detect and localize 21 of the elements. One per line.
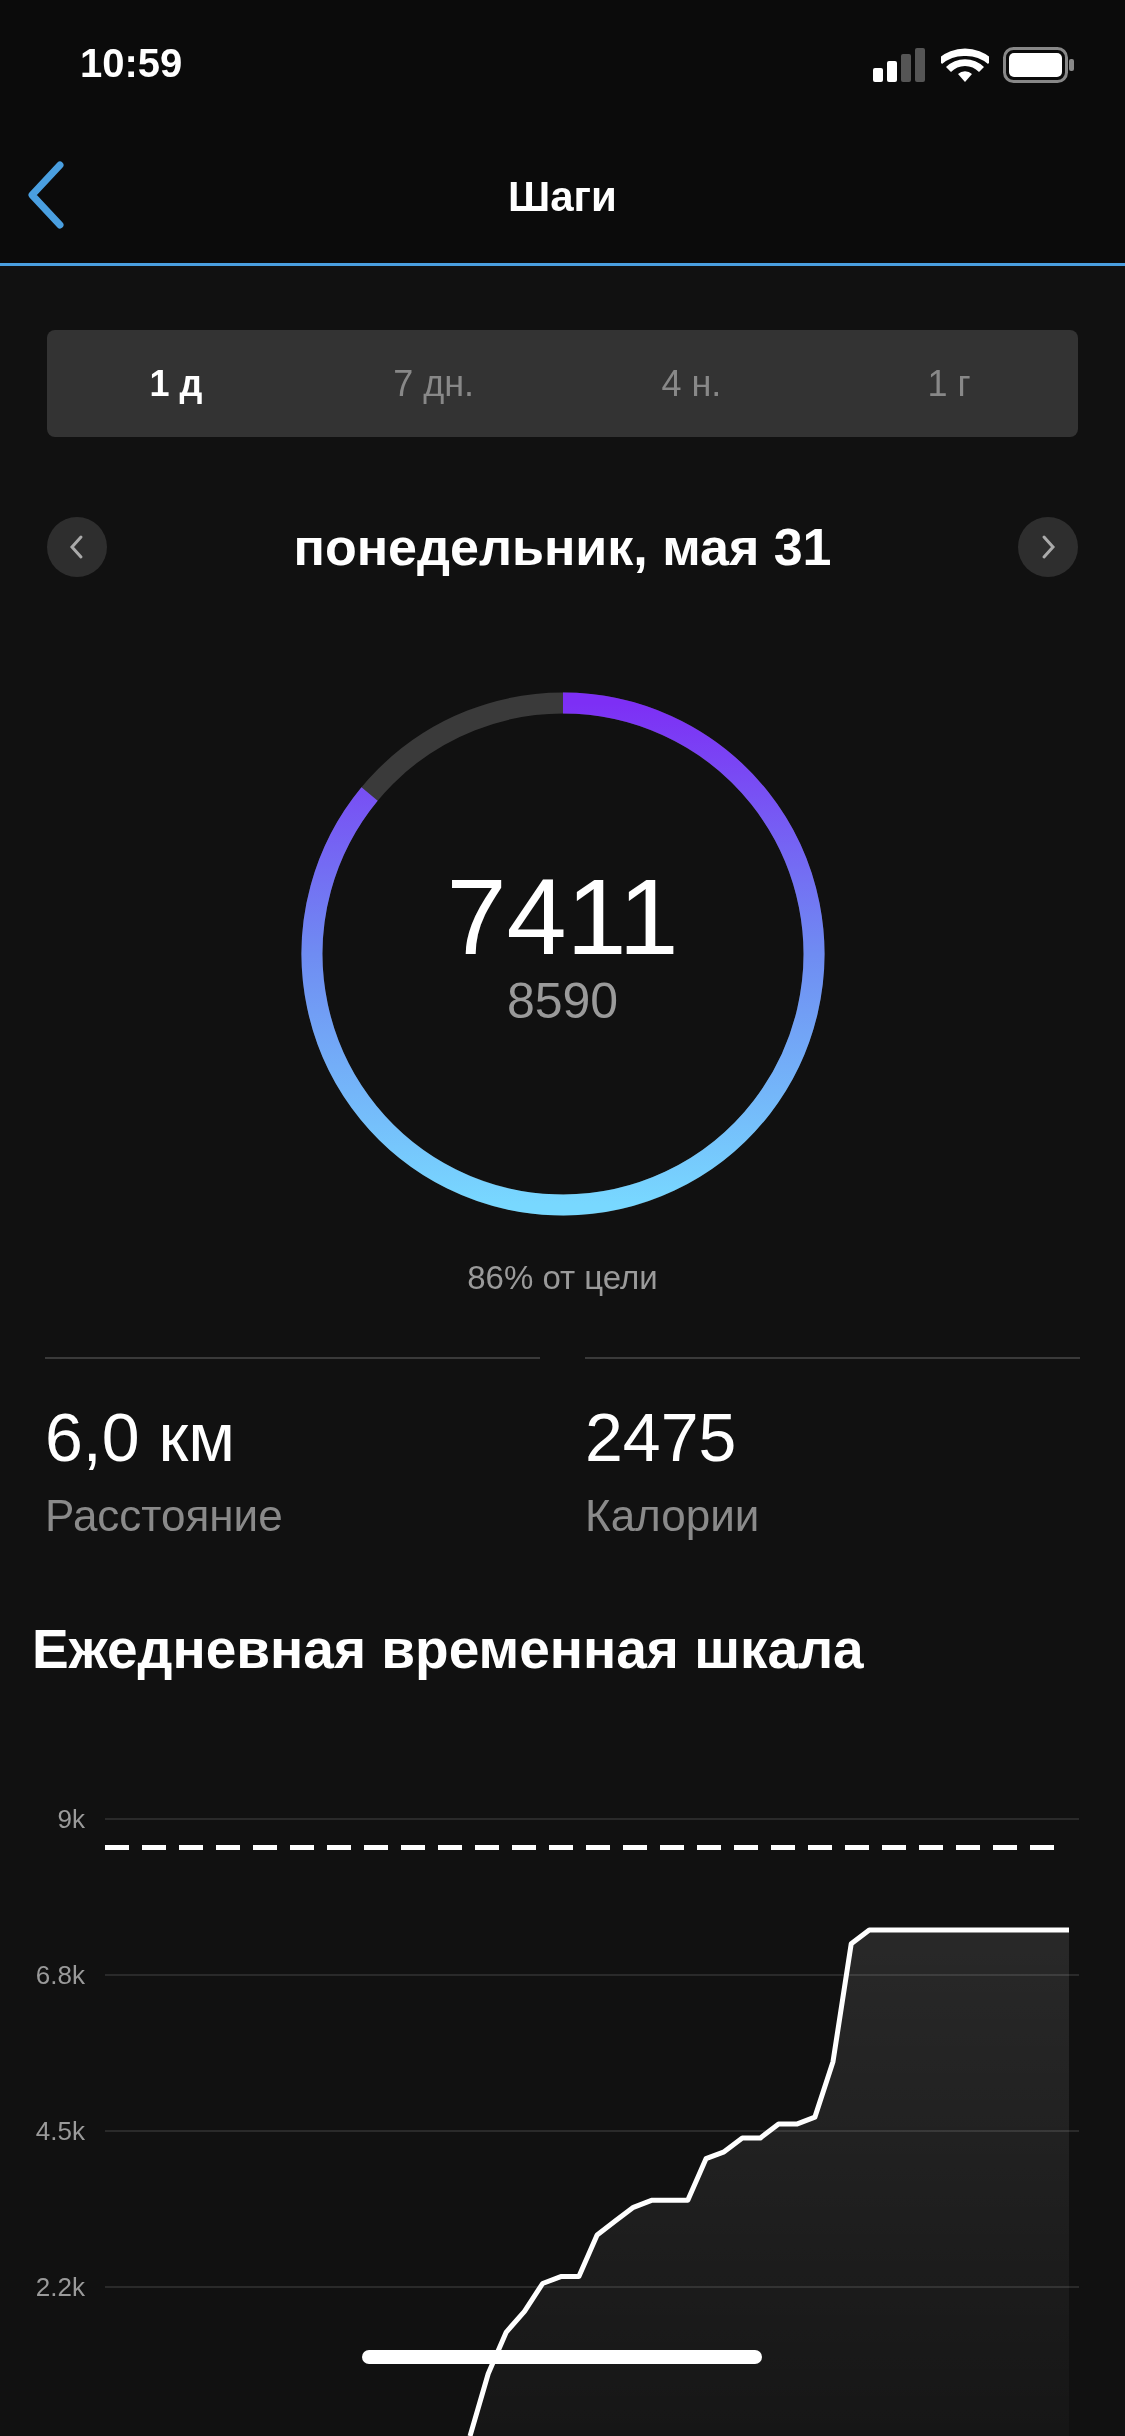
back-button[interactable] (26, 160, 66, 230)
y-axis-label: 6.8k (35, 1960, 85, 1990)
y-axis-label: 2.2k (35, 2272, 85, 2302)
period-tab[interactable]: 1 д (47, 330, 305, 437)
y-axis-label: 9k (57, 1804, 85, 1834)
section-heading: Ежедневная временная шкала (32, 1617, 865, 1681)
signal-icon (873, 48, 927, 82)
wifi-icon (941, 48, 989, 82)
status-time: 10:59 (80, 40, 183, 86)
period-tab[interactable]: 4 н. (562, 330, 821, 437)
goal-percentage: 86% от цели (467, 1259, 658, 1297)
screen-title: Шаги (508, 172, 617, 221)
stat-value: 2475 (585, 1399, 738, 1475)
period-tab[interactable]: 1 г (820, 330, 1078, 437)
date-label: понедельник, мая 31 (293, 517, 832, 577)
battery-icon (1003, 47, 1075, 83)
stat-label: Калории (585, 1490, 761, 1542)
stat-value: 6,0 км (45, 1399, 236, 1475)
stat-label: Расстояние (45, 1490, 284, 1542)
y-axis-label: 4.5k (35, 2116, 85, 2146)
period-tab[interactable]: 7 дн. (304, 330, 563, 437)
